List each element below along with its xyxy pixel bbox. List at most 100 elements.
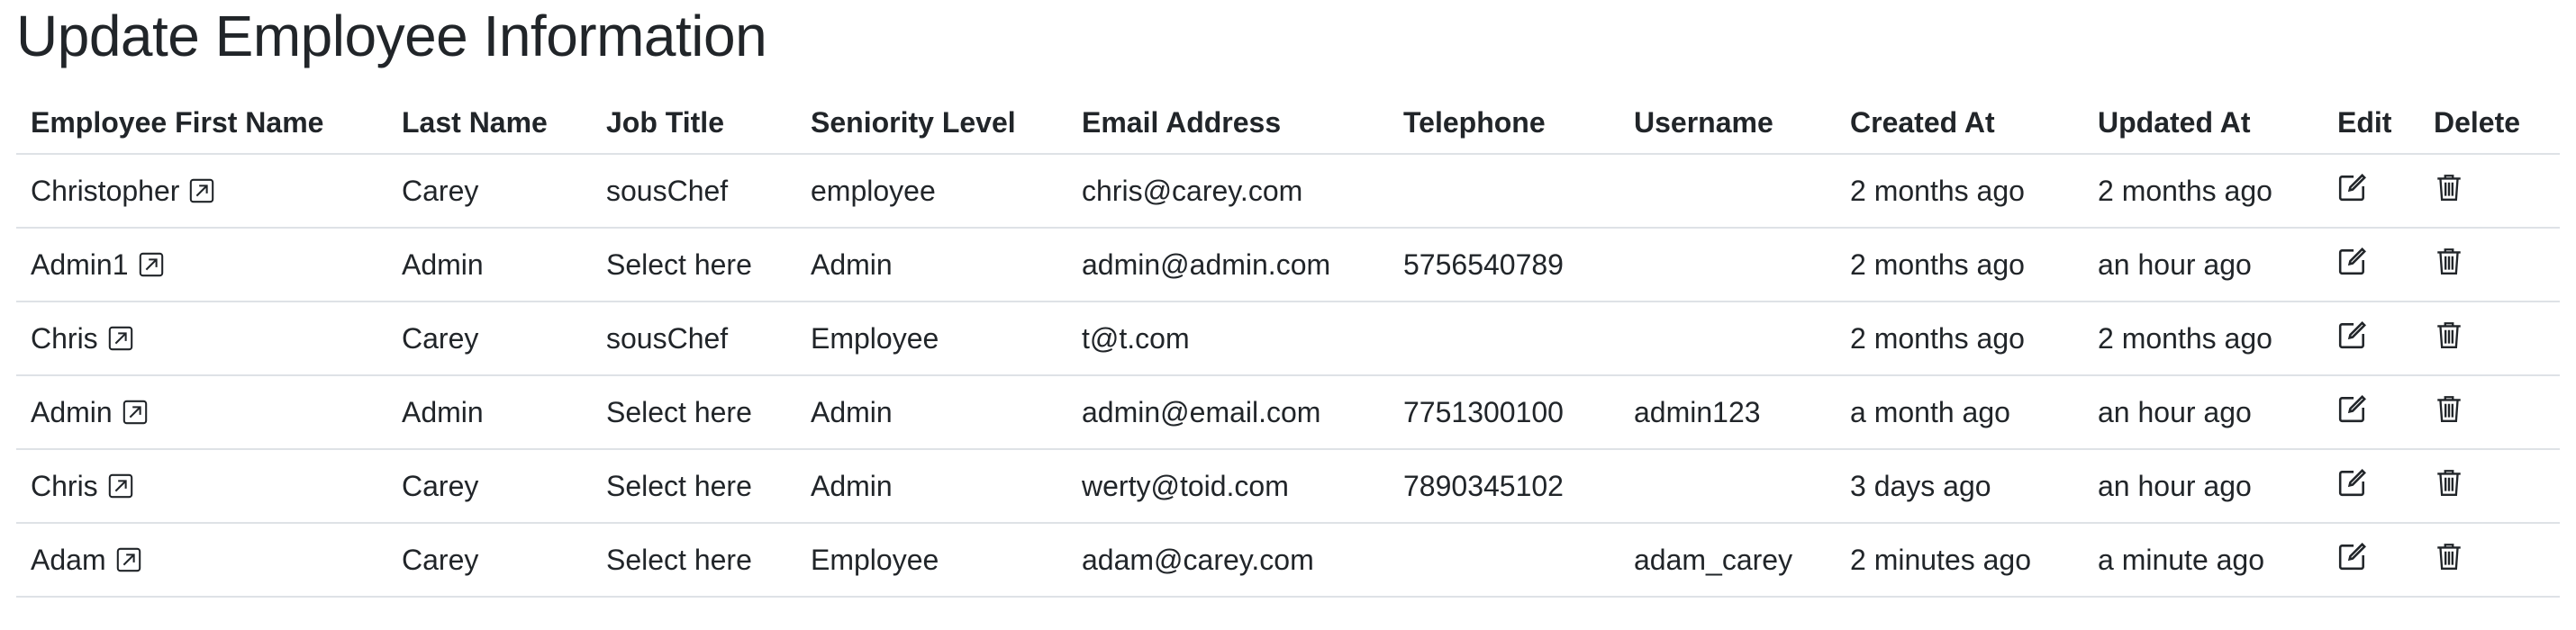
cell-created-at: 3 days ago — [1836, 449, 2083, 524]
cell-updated-at: 2 months ago — [2083, 154, 2323, 229]
cell-created-at: a month ago — [1836, 375, 2083, 450]
employee-name-link[interactable]: Chris — [31, 322, 134, 356]
trash-icon[interactable] — [2434, 172, 2464, 202]
cell-created-at: 2 months ago — [1836, 302, 2083, 376]
cell-username — [1619, 302, 1836, 376]
cell-email: admin@email.com — [1067, 375, 1389, 450]
employee-name-link[interactable]: Christopher — [31, 175, 215, 208]
cell-last-name: Admin — [387, 375, 592, 450]
cell-job-title: Select here — [592, 449, 796, 524]
cell-last-name: Carey — [387, 449, 592, 524]
cell-job-title: sousChef — [592, 154, 796, 229]
cell-updated-at: an hour ago — [2083, 375, 2323, 450]
cell-updated-at: 2 months ago — [2083, 302, 2323, 376]
edit-icon[interactable] — [2337, 246, 2368, 276]
cell-job-title: Select here — [592, 228, 796, 302]
cell-telephone — [1389, 523, 1619, 598]
column-header-last-name: Last Name — [387, 92, 592, 155]
cell-updated-at: an hour ago — [2083, 228, 2323, 302]
employee-first-name[interactable]: Christopher — [31, 175, 179, 208]
cell-email: werty@toid.com — [1067, 449, 1389, 524]
external-link-icon[interactable] — [107, 472, 134, 500]
cell-first-name: Chris — [16, 302, 387, 376]
edit-icon[interactable] — [2337, 541, 2368, 572]
cell-job-title: Select here — [592, 523, 796, 598]
table-header-row: Employee First Name Last Name Job Title … — [16, 92, 2560, 155]
column-header-job-title: Job Title — [592, 92, 796, 155]
table-row: Admin1 Admin Select here Admin admin@admin.c… — [16, 228, 2560, 302]
cell-seniority-level: Employee — [796, 523, 1067, 598]
table-row: Chris Carey sousChef Employee t@t.com 2 month… — [16, 302, 2560, 376]
cell-last-name: Carey — [387, 523, 592, 598]
cell-first-name: Admin — [16, 375, 387, 450]
cell-username — [1619, 449, 1836, 524]
employee-first-name[interactable]: Chris — [31, 470, 98, 503]
employee-first-name[interactable]: Admin — [31, 396, 113, 429]
cell-seniority-level: employee — [796, 154, 1067, 229]
cell-edit — [2323, 302, 2419, 376]
employee-first-name[interactable]: Chris — [31, 322, 98, 356]
cell-updated-at: a minute ago — [2083, 523, 2323, 598]
cell-updated-at: an hour ago — [2083, 449, 2323, 524]
cell-edit — [2323, 228, 2419, 302]
employee-first-name[interactable]: Adam — [31, 544, 106, 577]
external-link-icon[interactable] — [115, 546, 142, 573]
external-link-icon[interactable] — [122, 399, 149, 426]
cell-created-at: 2 months ago — [1836, 228, 2083, 302]
trash-icon[interactable] — [2434, 246, 2464, 276]
external-link-icon[interactable] — [107, 325, 134, 352]
cell-telephone: 7890345102 — [1389, 449, 1619, 524]
cell-telephone — [1389, 302, 1619, 376]
cell-created-at: 2 minutes ago — [1836, 523, 2083, 598]
edit-icon[interactable] — [2337, 172, 2368, 202]
column-header-delete: Delete — [2419, 92, 2560, 155]
cell-delete — [2419, 523, 2560, 598]
edit-icon[interactable] — [2337, 393, 2368, 424]
employee-name-link[interactable]: Adam — [31, 544, 142, 577]
column-header-email: Email Address — [1067, 92, 1389, 155]
cell-edit — [2323, 154, 2419, 229]
cell-telephone — [1389, 154, 1619, 229]
external-link-icon[interactable] — [138, 251, 165, 278]
cell-email: t@t.com — [1067, 302, 1389, 376]
table-row: Christopher Carey sousChef employee chris@ca… — [16, 154, 2560, 229]
column-header-username: Username — [1619, 92, 1836, 155]
cell-seniority-level: Admin — [796, 449, 1067, 524]
cell-job-title: sousChef — [592, 302, 796, 376]
trash-icon[interactable] — [2434, 393, 2464, 424]
column-header-created-at: Created At — [1836, 92, 2083, 155]
cell-delete — [2419, 449, 2560, 524]
employee-first-name[interactable]: Admin1 — [31, 248, 129, 282]
trash-icon[interactable] — [2434, 541, 2464, 572]
employee-name-link[interactable]: Admin — [31, 396, 149, 429]
cell-last-name: Admin — [387, 228, 592, 302]
trash-icon[interactable] — [2434, 320, 2464, 350]
column-header-first-name: Employee First Name — [16, 92, 387, 155]
page-title: Update Employee Information — [16, 4, 767, 68]
cell-created-at: 2 months ago — [1836, 154, 2083, 229]
cell-first-name: Adam — [16, 523, 387, 598]
cell-seniority-level: Admin — [796, 228, 1067, 302]
cell-username: adam_carey — [1619, 523, 1836, 598]
cell-username — [1619, 154, 1836, 229]
trash-icon[interactable] — [2434, 467, 2464, 498]
edit-icon[interactable] — [2337, 467, 2368, 498]
edit-icon[interactable] — [2337, 320, 2368, 350]
cell-edit — [2323, 375, 2419, 450]
cell-username — [1619, 228, 1836, 302]
cell-telephone: 5756540789 — [1389, 228, 1619, 302]
employee-name-link[interactable]: Chris — [31, 470, 134, 503]
cell-first-name: Christopher — [16, 154, 387, 229]
external-link-icon[interactable] — [188, 177, 215, 204]
cell-email: adam@carey.com — [1067, 523, 1389, 598]
cell-job-title: Select here — [592, 375, 796, 450]
column-header-edit: Edit — [2323, 92, 2419, 155]
employee-name-link[interactable]: Admin1 — [31, 248, 165, 282]
cell-first-name: Chris — [16, 449, 387, 524]
table-body: Christopher Carey sousChef employee chris@ca… — [16, 154, 2560, 598]
cell-delete — [2419, 154, 2560, 229]
cell-seniority-level: Employee — [796, 302, 1067, 376]
cell-last-name: Carey — [387, 302, 592, 376]
table-row: Adam Carey Select here Employee adam@carey.c… — [16, 523, 2560, 598]
cell-edit — [2323, 449, 2419, 524]
